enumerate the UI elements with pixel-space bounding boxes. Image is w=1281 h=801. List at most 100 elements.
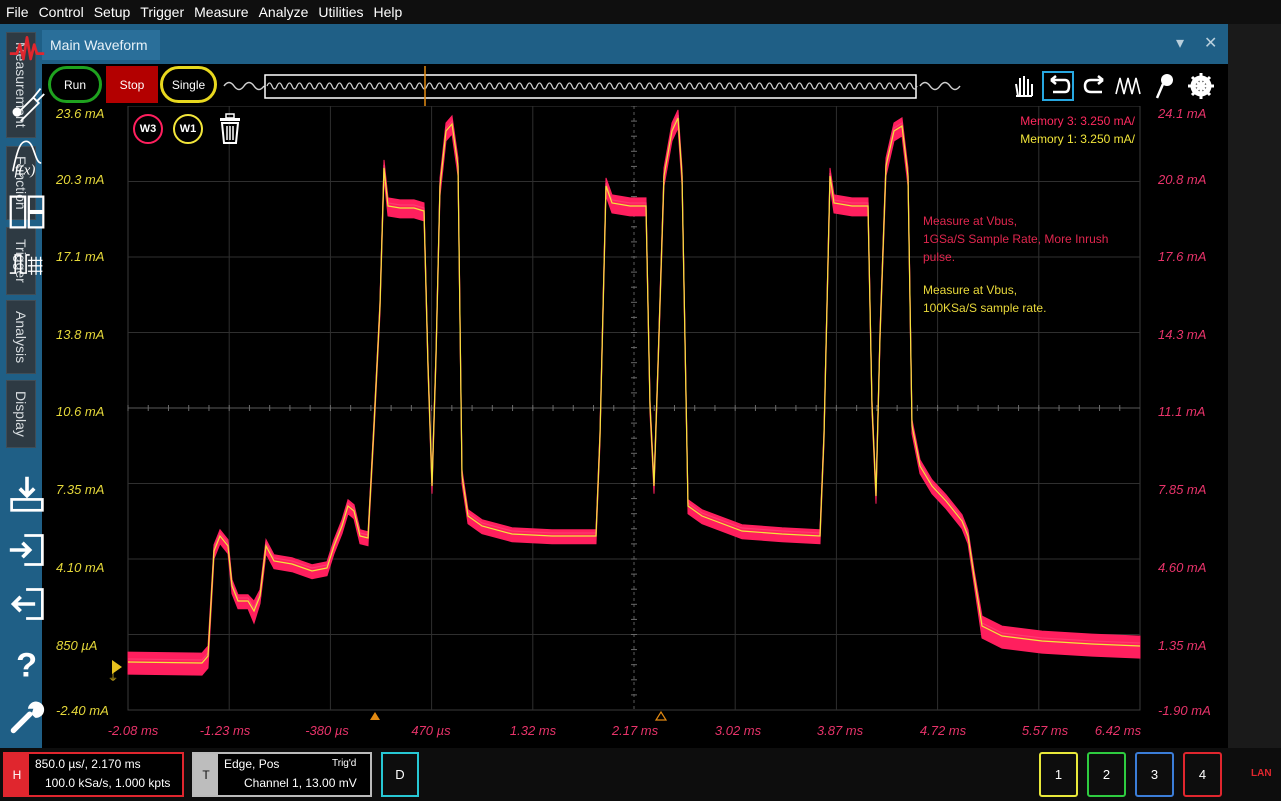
import-icon[interactable] bbox=[8, 530, 46, 570]
y-left-label-2: 20.3 mA bbox=[56, 172, 105, 187]
horizontal-timebase: 850.0 µs/, 2.170 ms bbox=[35, 757, 141, 771]
w3-badge[interactable]: W3 bbox=[133, 114, 163, 144]
y-left-label-4: 13.8 mA bbox=[56, 327, 105, 342]
probe-icon[interactable] bbox=[8, 83, 46, 123]
x-label-3: -380 µs bbox=[305, 723, 349, 738]
y-right-label-6: 7.85 mA bbox=[1158, 482, 1207, 497]
y-left-label-9: -2.40 mA bbox=[56, 703, 109, 718]
panel-header bbox=[42, 24, 1228, 64]
marker-icon[interactable] bbox=[1155, 74, 1173, 99]
svg-text:?: ? bbox=[16, 646, 37, 682]
side-tab-display[interactable]: Display bbox=[6, 380, 36, 448]
overview-strip[interactable] bbox=[222, 66, 1022, 106]
y-right-label-7: 4.60 mA bbox=[1158, 560, 1207, 575]
y-left-label-6: 7.35 mA bbox=[56, 482, 105, 497]
y-left-label-1: 23.6 mA bbox=[56, 106, 105, 121]
overview-wave bbox=[266, 82, 918, 90]
waveform-plot[interactable]: ⏚ bbox=[42, 106, 1228, 748]
trigger-source: Channel 1, 13.00 mV bbox=[244, 776, 357, 790]
y-right-label-9: -1.90 mA bbox=[1158, 703, 1211, 718]
w1-badge[interactable]: W1 bbox=[173, 114, 203, 144]
channel-3-button[interactable]: 3 bbox=[1135, 752, 1174, 797]
trigger-level-marker: ⏚ bbox=[108, 660, 122, 684]
menu-control[interactable]: Control bbox=[34, 4, 89, 20]
redo-zoom-icon[interactable] bbox=[1083, 75, 1104, 94]
y-left-label-3: 17.1 mA bbox=[56, 249, 105, 264]
undo-zoom-icon[interactable] bbox=[1042, 71, 1074, 101]
menu-file[interactable]: File bbox=[0, 4, 34, 20]
x-label-5: 1.32 ms bbox=[509, 723, 557, 738]
y-right-label-2: 20.8 mA bbox=[1158, 172, 1207, 187]
side-tab-analysis-label: Analysis bbox=[13, 310, 29, 364]
single-button[interactable]: Single bbox=[160, 66, 217, 103]
keysight-logo-icon bbox=[9, 35, 45, 61]
svg-text:⏚: ⏚ bbox=[108, 672, 118, 684]
trigger-mode: Edge, Pos bbox=[224, 757, 280, 771]
gear-icon[interactable] bbox=[1188, 73, 1214, 99]
x-label-4: 470 µs bbox=[411, 723, 451, 738]
trash-icon[interactable] bbox=[217, 113, 243, 145]
x-label-9: 4.72 ms bbox=[919, 723, 967, 738]
note-yellow-2: 100KSa/S sample rate. bbox=[923, 301, 1047, 315]
note-red-1: Measure at Vbus, bbox=[923, 214, 1018, 228]
channel-4-button[interactable]: 4 bbox=[1183, 752, 1222, 797]
side-tab-analysis[interactable]: Analysis bbox=[6, 300, 36, 374]
trigger-settings[interactable]: T Edge, Pos Trig'd Channel 1, 13.00 mV bbox=[192, 752, 372, 797]
channel-2-button[interactable]: 2 bbox=[1087, 752, 1126, 797]
save-download-icon[interactable] bbox=[8, 474, 46, 514]
memory-3-readout: Memory 3: 3.250 mA/ bbox=[1020, 114, 1135, 128]
time-reference-marker bbox=[654, 710, 668, 721]
help-icon[interactable]: ? bbox=[8, 642, 46, 682]
side-tab-display-label: Display bbox=[13, 391, 29, 437]
channel-1-button[interactable]: 1 bbox=[1039, 752, 1078, 797]
trigger-tag: T bbox=[194, 754, 218, 795]
toolbar-icons bbox=[1015, 71, 1214, 101]
digital-bus-icon[interactable] bbox=[8, 244, 46, 284]
stop-button[interactable]: Stop bbox=[106, 66, 158, 103]
menu-analyze[interactable]: Analyze bbox=[254, 4, 314, 20]
svg-text:f(x): f(x) bbox=[15, 163, 36, 178]
waveform-icon[interactable] bbox=[1115, 77, 1141, 95]
chevron-down-icon[interactable]: ▾ bbox=[1176, 33, 1184, 53]
menu-utilities[interactable]: Utilities bbox=[313, 4, 368, 20]
note-red-2: 1GSa/S Sample Rate, More Inrush bbox=[923, 232, 1109, 246]
x-label-10: 5.57 ms bbox=[1021, 723, 1069, 738]
x-label-1: -2.08 ms bbox=[107, 723, 159, 738]
layout-split-icon[interactable] bbox=[8, 192, 46, 232]
note-yellow-1: Measure at Vbus, bbox=[923, 283, 1018, 297]
menu-setup[interactable]: Setup bbox=[89, 4, 136, 20]
trigger-position-marker bbox=[370, 712, 380, 720]
x-label-11: 6.42 ms bbox=[1094, 723, 1142, 738]
overview-wave-right bbox=[919, 81, 961, 91]
y-left-label-7: 4.10 mA bbox=[56, 560, 105, 575]
x-label-2: -1.23 ms bbox=[199, 723, 251, 738]
trigger-state: Trig'd bbox=[332, 758, 357, 769]
horizontal-tag: H bbox=[5, 754, 29, 795]
right-toolbar bbox=[1228, 24, 1281, 748]
y-right-label-8: 1.35 mA bbox=[1158, 638, 1207, 653]
close-icon[interactable]: ✕ bbox=[1204, 33, 1217, 53]
wrench-icon[interactable] bbox=[8, 696, 46, 736]
y-right-label-5: 11.1 mA bbox=[1158, 404, 1206, 419]
lan-indicator: LAN bbox=[1251, 768, 1272, 779]
menu-bar: File Control Setup Trigger Measure Analy… bbox=[0, 0, 1281, 24]
x-label-6: 2.17 ms bbox=[611, 723, 659, 738]
overview-wave-left bbox=[223, 81, 265, 91]
menu-trigger[interactable]: Trigger bbox=[135, 4, 189, 20]
note-red-3: pulse. bbox=[923, 250, 956, 264]
digital-channels-button[interactable]: D bbox=[381, 752, 419, 797]
menu-measure[interactable]: Measure bbox=[189, 4, 253, 20]
export-icon[interactable] bbox=[8, 584, 46, 624]
menu-help[interactable]: Help bbox=[369, 4, 408, 20]
x-label-8: 3.87 ms bbox=[816, 723, 864, 738]
y-left-label-5: 10.6 mA bbox=[56, 404, 105, 419]
function-fx-icon[interactable]: f(x) bbox=[8, 138, 46, 178]
run-button[interactable]: Run bbox=[48, 66, 102, 103]
y-right-label-3: 17.6 mA bbox=[1158, 249, 1207, 264]
horizontal-settings[interactable]: H 850.0 µs/, 2.170 ms 100.0 kSa/s, 1.000… bbox=[3, 752, 184, 797]
y-right-label-4: 14.3 mA bbox=[1158, 327, 1207, 342]
y-right-label-1: 24.1 mA bbox=[1158, 106, 1207, 121]
y-left-label-8: 850 µA bbox=[56, 638, 98, 653]
pan-hand-icon[interactable] bbox=[1015, 76, 1033, 97]
tab-main-waveform[interactable]: Main Waveform bbox=[42, 30, 160, 60]
